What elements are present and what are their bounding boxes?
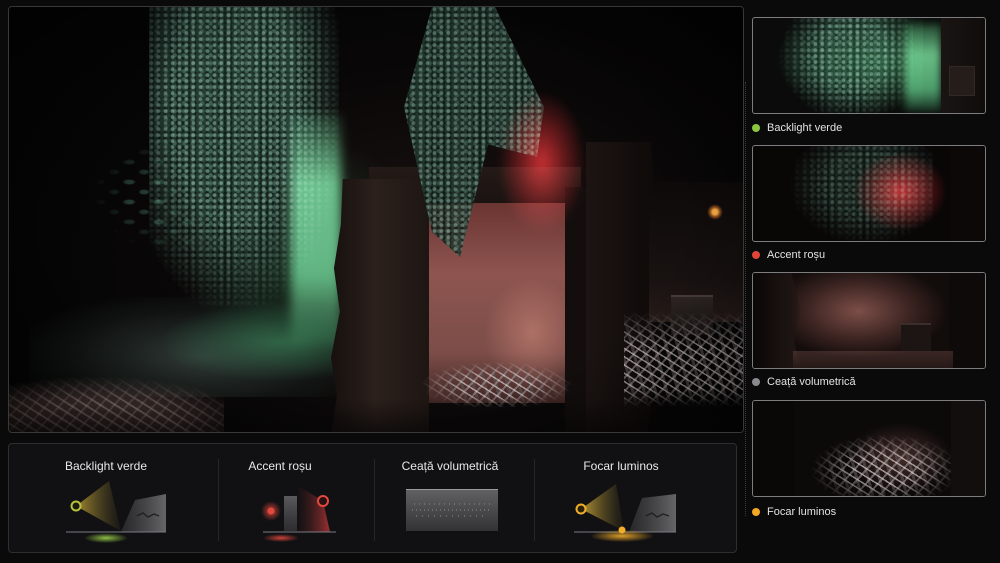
thumb-wall: [951, 146, 985, 241]
legend-label: Backlight verde: [767, 122, 843, 134]
legend-dot-orange: [752, 508, 760, 516]
thumb-red-glow: [823, 146, 948, 241]
thumb-machine: [901, 323, 931, 351]
light-source: [575, 503, 587, 515]
floor-glow: [263, 534, 299, 542]
lighting-breakdown-view: Backlight verde Accent roșu Ceață volume…: [0, 0, 1000, 563]
thumbnail-focar-luminos[interactable]: [752, 400, 986, 497]
main-render: [8, 6, 744, 433]
thumb-green-tint: [773, 18, 923, 113]
light-source: [70, 500, 82, 512]
diagram-section-point-light: Focar luminos: [534, 444, 736, 552]
thumbnail-backlight-verde[interactable]: [752, 17, 986, 114]
legend-label: Ceață volumetrică: [767, 376, 856, 388]
thumb-rubble: [803, 431, 953, 496]
legend-dot-red: [752, 251, 760, 259]
backlight-diagram-icon: [66, 481, 166, 543]
legend-accent-rosu: Accent roșu: [752, 248, 825, 262]
fog-volume-diagram-icon: [406, 489, 498, 531]
legend-ceata-volumetrica: Ceață volumetrică: [752, 375, 856, 389]
thumbnail-ceata-volumetrica[interactable]: [752, 272, 986, 369]
thumbnail-accent-rosu[interactable]: [752, 145, 986, 242]
thumb-pillar-left: [753, 401, 795, 496]
accent-light-diagram-icon: [261, 486, 336, 542]
legend-dot-gray: [752, 378, 760, 386]
thumb-pillar-right: [951, 401, 985, 496]
light-cone: [298, 486, 330, 532]
thumb-window: [949, 66, 975, 96]
diagram-section-accent: Accent roșu: [218, 444, 374, 552]
diagram-section-backlight: Backlight verde: [9, 444, 218, 552]
thumb-pillar-right: [949, 273, 985, 368]
vignette: [9, 7, 743, 432]
diagram-section-fog: Ceață volumetrică: [374, 444, 534, 552]
legend-label: Focar luminos: [767, 506, 837, 518]
legend-dot-green: [752, 124, 760, 132]
legend-backlight-verde: Backlight verde: [752, 121, 842, 135]
legend-label: Accent roșu: [767, 249, 826, 261]
light-diagram-panel: Backlight verde Accent roșu Ceață volume…: [8, 443, 737, 553]
red-point: [267, 507, 275, 515]
light-cone: [76, 481, 121, 531]
floor-glow: [84, 533, 128, 543]
thumb-green-beam: [905, 24, 941, 112]
thumb-floor: [793, 351, 953, 368]
focal-point: [618, 526, 626, 534]
wall-block: [284, 496, 297, 531]
point-light-diagram-icon: [574, 484, 676, 542]
dotted-guide-line: [745, 82, 746, 516]
legend-focar-luminos: Focar luminos: [752, 505, 836, 519]
light-cone: [581, 484, 624, 531]
light-source: [317, 495, 329, 507]
